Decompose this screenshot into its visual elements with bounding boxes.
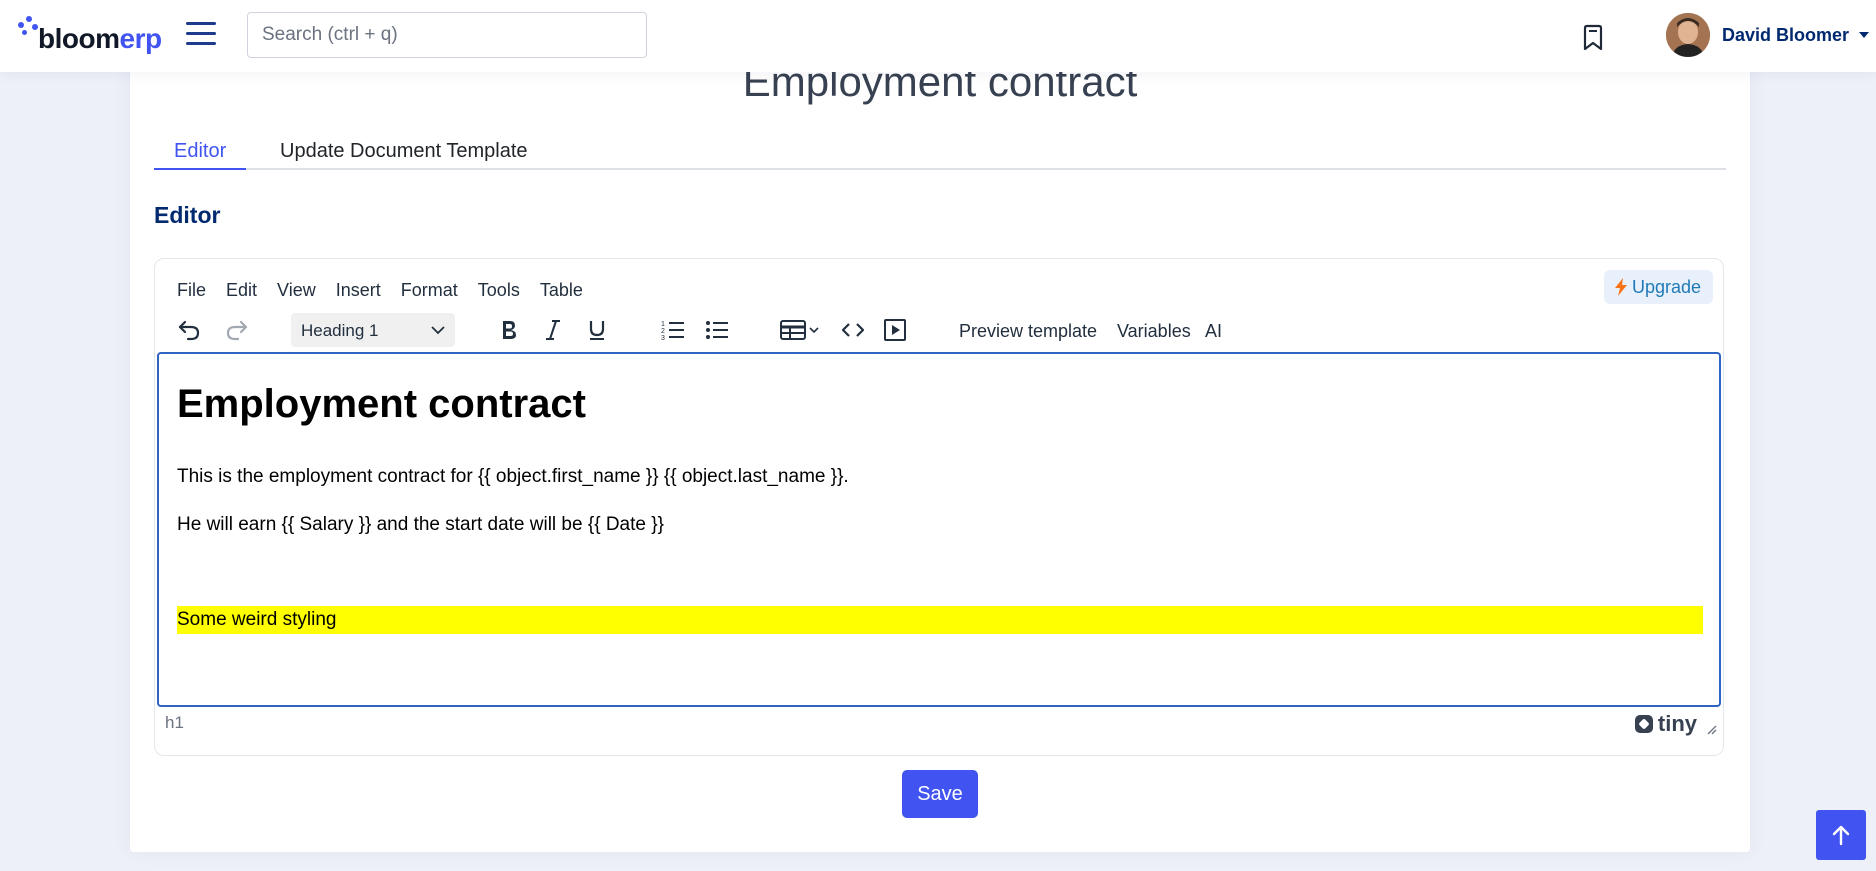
svg-text:3: 3 (661, 335, 665, 341)
rich-text-editor: File Edit View Insert Format Tools Table… (154, 258, 1724, 756)
menu-tools[interactable]: Tools (468, 275, 530, 305)
content-heading: Employment contract (177, 382, 586, 426)
user-profile-dropdown[interactable]: David Bloomer (1666, 12, 1870, 58)
menu-format[interactable]: Format (391, 275, 468, 305)
code-icon[interactable] (835, 313, 871, 347)
editor-toolbar: Heading 1 123 Preview template Variables… (167, 309, 1707, 351)
user-name: David Bloomer (1722, 24, 1850, 45)
upgrade-button[interactable]: Upgrade (1603, 270, 1713, 304)
menu-insert[interactable]: Insert (326, 275, 391, 305)
menu-table[interactable]: Table (530, 275, 593, 305)
save-button[interactable]: Save (902, 770, 978, 818)
lightning-icon (1614, 278, 1627, 296)
highlighted-paragraph: Some weird styling (177, 606, 1703, 634)
logo-text: bloomerp (38, 23, 162, 54)
table-icon[interactable] (777, 313, 825, 347)
editor-content-area[interactable]: Employment contract This is the employme… (157, 352, 1721, 707)
italic-icon[interactable] (535, 313, 571, 347)
avatar (1666, 13, 1710, 57)
menu-file[interactable]: File (167, 275, 216, 305)
svg-text:1: 1 (661, 321, 665, 328)
logo-dots-icon (18, 16, 38, 52)
bullet-list-icon[interactable] (699, 313, 735, 347)
tab-editor[interactable]: Editor (154, 120, 247, 170)
back-to-top-button[interactable] (1816, 810, 1866, 860)
editor-statusbar: h1 tiny (155, 709, 1723, 739)
tiny-icon (1634, 715, 1653, 733)
media-icon[interactable] (877, 313, 913, 347)
top-navbar: bloomerp David Bloomer (0, 0, 1876, 72)
editor-menubar: File Edit View Insert Format Tools Table (167, 275, 593, 305)
content-paragraph: He will earn {{ Salary }} and the start … (177, 514, 664, 535)
menu-edit[interactable]: Edit (216, 275, 267, 305)
arrow-up-icon (1832, 825, 1850, 846)
underline-icon[interactable] (579, 313, 615, 347)
menu-view[interactable]: View (267, 275, 326, 305)
undo-icon[interactable] (171, 313, 207, 347)
redo-icon[interactable] (219, 313, 255, 347)
section-title: Editor (154, 202, 221, 228)
element-path[interactable]: h1 (165, 713, 184, 733)
chevron-down-icon (1859, 32, 1870, 38)
brand-logo[interactable]: bloomerp (18, 12, 162, 56)
resize-handle-icon[interactable] (1705, 723, 1717, 735)
content-paragraph: This is the employment contract for {{ o… (177, 466, 849, 487)
tab-bar: Editor Update Document Template (154, 120, 1726, 170)
variables-button[interactable]: Variables (1117, 313, 1191, 347)
tiny-label: tiny (1657, 711, 1697, 736)
tab-update-document-template[interactable]: Update Document Template (260, 120, 548, 170)
bookmark-icon[interactable] (1580, 24, 1606, 52)
main-card: Employment contract Editor Update Docume… (130, 40, 1750, 852)
search-input[interactable] (247, 12, 647, 58)
block-format-select[interactable]: Heading 1 (291, 313, 455, 347)
tiny-logo[interactable]: tiny (1634, 711, 1697, 737)
numbered-list-icon[interactable]: 123 (655, 313, 691, 347)
menu-toggle-icon[interactable] (186, 22, 216, 46)
bold-icon[interactable] (491, 313, 527, 347)
preview-template-button[interactable]: Preview template (959, 313, 1097, 347)
svg-text:2: 2 (661, 328, 665, 335)
block-format-value: Heading 1 (301, 321, 379, 340)
ai-button[interactable]: AI (1205, 313, 1222, 347)
chevron-down-icon (431, 326, 445, 335)
upgrade-label: Upgrade (1631, 276, 1701, 297)
